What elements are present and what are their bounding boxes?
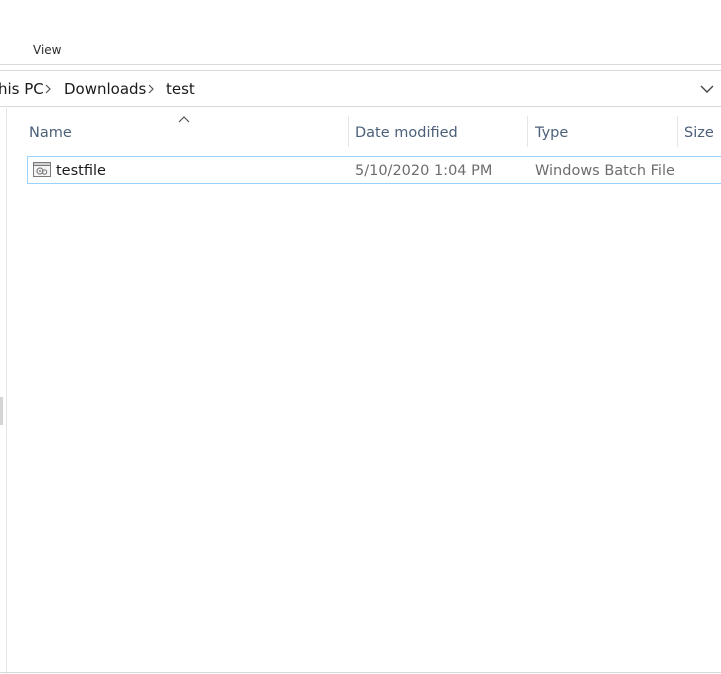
breadcrumb-this-pc[interactable]: his PC xyxy=(0,80,44,98)
tab-view[interactable]: View xyxy=(33,42,61,58)
column-header-name[interactable]: Name xyxy=(22,114,348,150)
chevron-right-icon[interactable] xyxy=(145,83,157,95)
breadcrumb-test[interactable]: test xyxy=(166,80,195,98)
file-name: testfile xyxy=(56,163,106,179)
file-type: Windows Batch File xyxy=(535,163,675,179)
status-bar-divider xyxy=(0,672,721,673)
file-date-modified: 5/10/2020 1:04 PM xyxy=(355,163,493,179)
column-header-type-label: Type xyxy=(535,125,569,141)
nav-pane-scrollbar[interactable] xyxy=(0,397,3,425)
address-bar[interactable]: his PC Downloads test xyxy=(0,70,721,107)
file-explorer-window: View his PC Downloads test Name Date mod… xyxy=(0,0,721,674)
ribbon: View xyxy=(0,0,721,65)
breadcrumb-downloads[interactable]: Downloads xyxy=(64,80,146,98)
chevron-right-icon[interactable] xyxy=(42,83,54,95)
column-header-date-label: Date modified xyxy=(355,125,458,141)
column-header-type[interactable]: Type xyxy=(528,114,677,150)
chevron-down-icon[interactable] xyxy=(699,82,715,96)
file-row[interactable]: testfile 5/10/2020 1:04 PM Windows Batch… xyxy=(27,156,721,184)
column-header-size-label: Size xyxy=(684,125,714,141)
column-header-size[interactable]: Size xyxy=(678,114,721,150)
navigation-pane[interactable] xyxy=(0,108,7,674)
batch-file-icon xyxy=(33,162,51,178)
column-header-name-label: Name xyxy=(29,125,72,141)
column-header-date-modified[interactable]: Date modified xyxy=(349,114,527,150)
